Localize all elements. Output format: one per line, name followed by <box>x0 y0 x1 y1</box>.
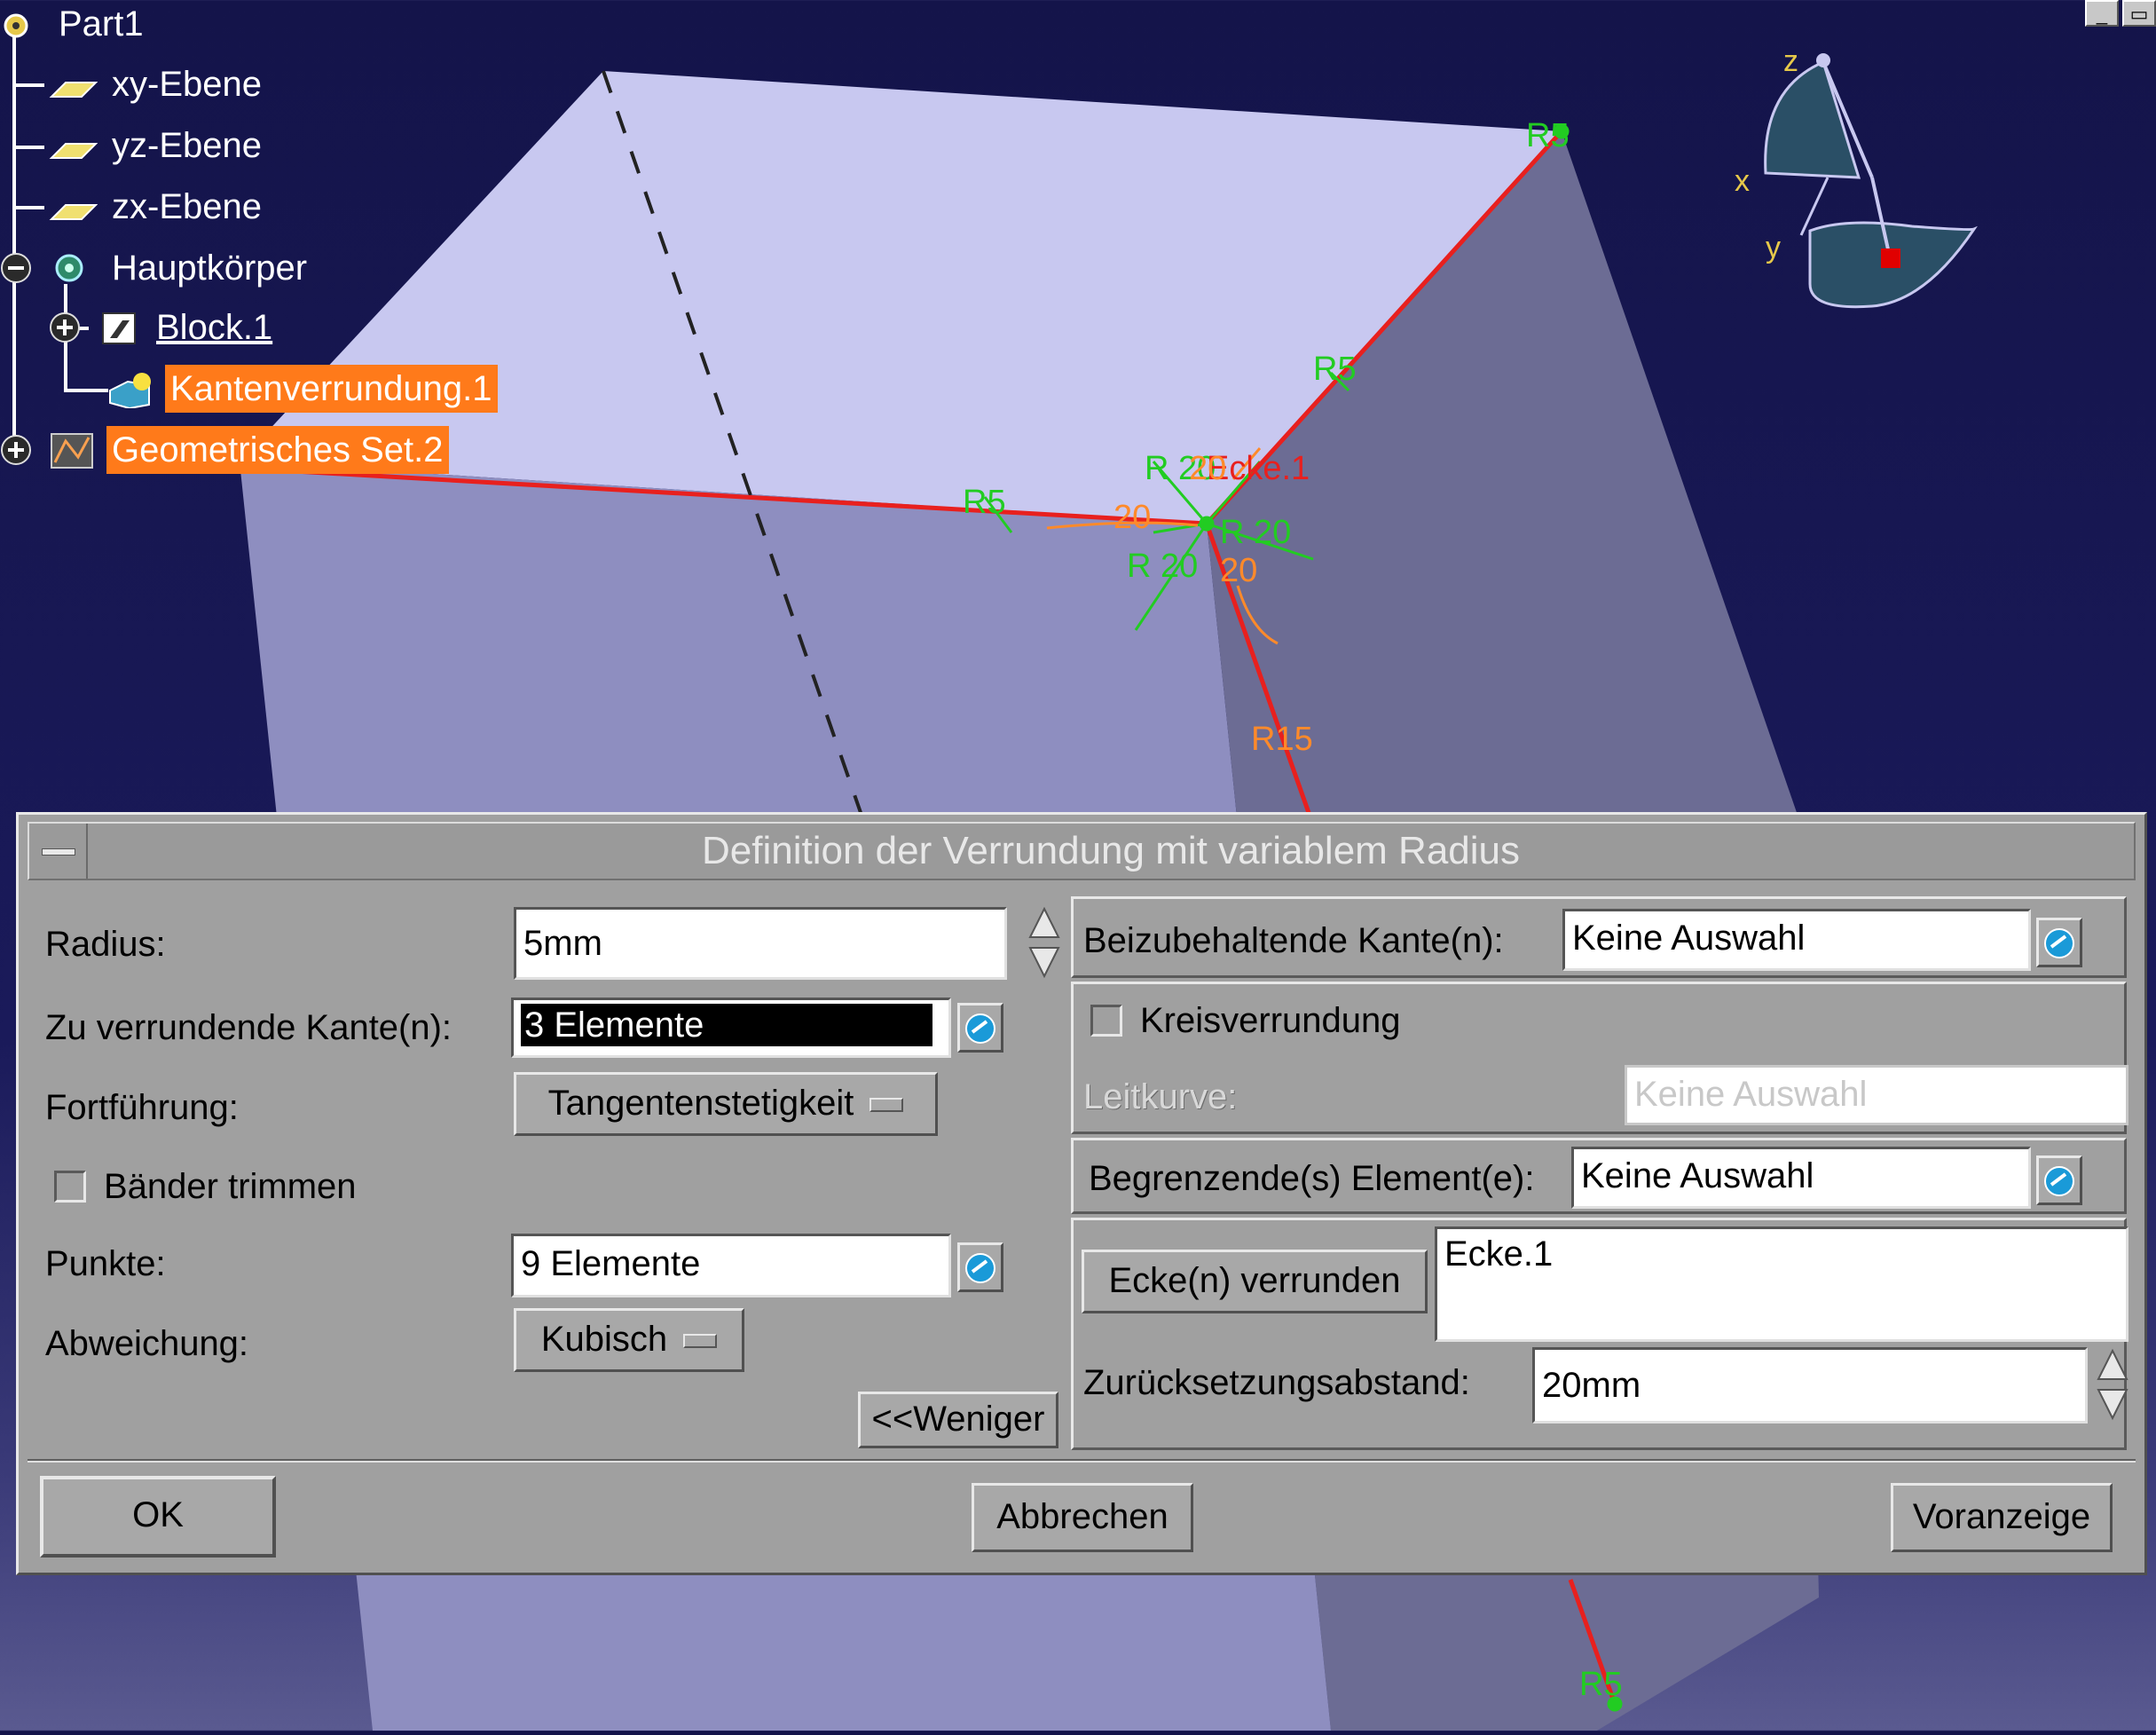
circle-fillet-label: Kreisverrundung <box>1140 1001 1401 1040</box>
svg-text:y: y <box>1766 231 1781 264</box>
variation-label: Abweichung: <box>45 1324 249 1363</box>
dialog-title: Definition der Verrundung mit variablem … <box>701 829 1521 872</box>
window-controls: _ ▭ <box>2085 0 2156 27</box>
tree-item-xy-plane[interactable]: xy-Ebene <box>48 60 267 108</box>
option-menu-icon <box>869 1098 904 1113</box>
tree-label: yz-Ebene <box>112 126 262 165</box>
propagation-label: Fortführung: <box>45 1088 239 1127</box>
fillet-radius-label: R5 <box>963 484 1006 521</box>
variable-fillet-dialog: Definition der Verrundung mit variablem … <box>16 812 2147 1575</box>
variation-dropdown[interactable]: Kubisch <box>514 1308 744 1372</box>
less-button[interactable]: <<Weniger <box>858 1392 1058 1448</box>
tree-item-geometric-set[interactable]: Geometrisches Set.2 <box>48 426 449 474</box>
plane-icon <box>49 143 98 159</box>
tree-item-zx-plane[interactable]: zx-Ebene <box>48 183 267 231</box>
tree-label: xy-Ebene <box>112 65 262 104</box>
points-selection-button[interactable] <box>957 1242 1003 1292</box>
fillet-icon <box>109 373 151 408</box>
keep-edges-label: Beizubehaltende Kante(n): <box>1083 921 1504 960</box>
plane-icon <box>49 82 98 98</box>
button-separator <box>28 1459 2136 1463</box>
variation-value: Kubisch <box>540 1320 668 1359</box>
spine-label: Leitkurve: <box>1083 1077 1238 1116</box>
preview-button[interactable]: Voranzeige <box>1891 1483 2113 1552</box>
part-icon <box>4 13 28 38</box>
svg-text:x: x <box>1735 164 1750 198</box>
trim-ribbons-label: Bänder trimmen <box>104 1167 357 1206</box>
propagation-dropdown[interactable]: Tangentenstetigkeit <box>514 1072 938 1136</box>
limiting-elements-label: Begrenzende(s) Element(e): <box>1089 1159 1535 1198</box>
tree-label: zx-Ebene <box>112 187 262 226</box>
plane-icon <box>49 204 98 220</box>
keep-edges-selection-button[interactable] <box>2036 918 2082 967</box>
tree-item-edge-fillet[interactable]: Kantenverrundung.1 <box>106 365 498 413</box>
limiting-elements-selection-button[interactable] <box>2036 1155 2082 1205</box>
fillet-radius-label: R 20 <box>1220 514 1291 551</box>
option-menu-icon <box>683 1334 718 1349</box>
cancel-button[interactable]: Abbrechen <box>972 1483 1193 1552</box>
dialog-titlebar[interactable]: Definition der Verrundung mit variablem … <box>28 822 2136 880</box>
setback-label: 20 <box>1113 499 1151 536</box>
svg-text:z: z <box>1783 44 1798 78</box>
collapse-icon[interactable] <box>1 253 31 283</box>
selection-icon <box>2044 1166 2074 1196</box>
body-gear-icon <box>55 254 83 282</box>
radius-label: Radius: <box>45 925 166 964</box>
fillet-vertices-button[interactable]: Ecke(n) verrunden <box>1082 1250 1428 1313</box>
propagation-value: Tangentenstetigkeit <box>547 1084 854 1123</box>
selection-icon <box>965 1253 995 1283</box>
geometric-set-icon <box>51 433 93 469</box>
tree-label-part1: Part1 <box>59 4 144 43</box>
edges-selection-button[interactable] <box>957 1003 1003 1053</box>
circle-fillet-checkbox[interactable] <box>1090 1005 1122 1037</box>
expand-icon[interactable] <box>1 435 31 465</box>
restore-button[interactable]: ▭ <box>2122 0 2156 27</box>
tree-item-block[interactable]: Block.1 <box>98 304 278 351</box>
vertices-list[interactable]: Ecke.1 <box>1435 1226 2128 1342</box>
tree-root[interactable]: Part1 <box>0 0 149 48</box>
points-label: Punkte: <box>45 1244 166 1283</box>
selection-icon <box>2044 928 2074 958</box>
tree-item-main-body[interactable]: Hauptkörper <box>48 244 312 292</box>
fillet-radius-label: R5 <box>1579 1666 1623 1703</box>
fillet-radius-label: R 20 <box>1127 548 1198 585</box>
ok-button[interactable]: OK <box>40 1476 276 1558</box>
tree-label: Hauptkörper <box>112 248 308 288</box>
edges-to-fillet-label: Zu verrundende Kante(n): <box>45 1008 452 1047</box>
setback-label: 20 <box>1189 450 1226 487</box>
tree-item-yz-plane[interactable]: yz-Ebene <box>48 122 267 170</box>
setback-distance-input[interactable]: 20mm <box>1532 1347 2088 1423</box>
window-menu-icon[interactable] <box>29 824 88 879</box>
selection-icon <box>965 1013 995 1044</box>
tree-label: Geometrisches Set.2 <box>106 426 449 474</box>
limiting-elements-field[interactable]: Keine Auswahl <box>1571 1147 2031 1209</box>
tree-label: Block.1 <box>156 308 273 347</box>
keep-edges-field[interactable]: Keine Auswahl <box>1562 909 2031 971</box>
compass[interactable]: z x y <box>1735 44 1978 309</box>
fillet-radius-label: R15 <box>1251 721 1313 758</box>
edges-to-fillet-value: 3 Elemente <box>521 1004 932 1046</box>
edges-to-fillet-field[interactable]: 3 Elemente <box>511 998 951 1058</box>
fillet-radius-label: R5 <box>1526 117 1570 154</box>
pad-icon <box>102 312 136 344</box>
trim-ribbons-checkbox[interactable] <box>54 1171 86 1203</box>
specification-tree: Part1 xy-Ebene yz-Ebene zx-Ebene Hauptkö… <box>0 0 550 497</box>
setback-distance-label: Zurücksetzungsabstand: <box>1083 1363 1470 1402</box>
tree-label: Kantenverrundung.1 <box>165 365 498 413</box>
radius-input[interactable]: 5mm <box>514 907 1007 980</box>
minimize-button[interactable]: _ <box>2085 0 2119 27</box>
setback-spinner[interactable] <box>2095 1347 2130 1422</box>
fillet-radius-label: R5 <box>1313 351 1357 388</box>
spine-field: Keine Auswahl <box>1625 1065 2128 1125</box>
points-field[interactable]: 9 Elemente <box>511 1234 951 1297</box>
setback-label: 20 <box>1220 552 1257 589</box>
radius-spinner[interactable] <box>1027 905 1062 980</box>
expand-icon[interactable] <box>50 312 80 343</box>
